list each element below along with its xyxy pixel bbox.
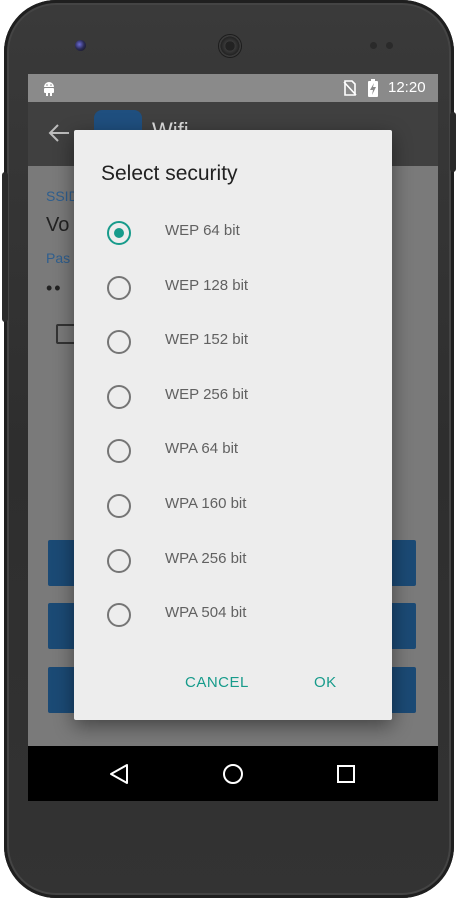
proximity-sensor <box>370 42 377 49</box>
nav-back-icon[interactable] <box>109 763 129 785</box>
security-option-label: WPA 256 bit <box>165 549 247 567</box>
security-dialog: Select security WEP 64 bit WEP 128 bit WEP… <box>74 130 392 720</box>
security-option[interactable]: WEP 152 bit <box>74 315 392 369</box>
security-option-label: WEP 152 bit <box>165 331 249 349</box>
power-button <box>450 112 456 172</box>
security-option-label: WPA 504 bit <box>165 604 247 622</box>
navigation-bar <box>28 746 438 801</box>
radio-dot <box>114 228 124 238</box>
security-option[interactable]: WEP 256 bit <box>74 370 392 424</box>
security-option-label: WEP 128 bit <box>165 276 249 294</box>
volume-button <box>2 172 8 322</box>
no-sim-icon <box>343 80 357 96</box>
radio-unchecked-icon[interactable] <box>107 275 131 300</box>
radio-checked-icon[interactable] <box>107 221 131 245</box>
radio-unchecked-icon[interactable] <box>107 330 131 355</box>
radio-unchecked-icon[interactable] <box>107 494 131 518</box>
nav-recents-icon[interactable] <box>336 764 356 784</box>
security-option-label: WPA 160 bit <box>165 495 247 512</box>
radio-unchecked-icon[interactable] <box>107 439 131 464</box>
security-option[interactable]: WPA 160 bit <box>74 479 392 533</box>
security-option[interactable]: WPA 256 bit <box>74 534 392 588</box>
radio-unchecked-icon[interactable] <box>107 548 131 573</box>
password-label: Pas <box>46 250 71 266</box>
phone-frame: 12:20 Wifi SSID Vo Pas •• <box>2 0 456 898</box>
security-option-label: WEP 64 bit <box>165 222 240 239</box>
nav-home-icon[interactable] <box>222 763 244 785</box>
ssid-field[interactable]: Vo <box>46 214 69 237</box>
radio-unchecked-icon[interactable] <box>107 384 131 409</box>
status-bar: 12:20 <box>28 74 438 102</box>
security-option-label: WEP 256 bit <box>165 385 249 403</box>
security-option-label: WPA 64 bit <box>165 440 239 458</box>
password-field[interactable]: •• <box>46 278 63 299</box>
show-password-checkbox[interactable] <box>56 324 76 344</box>
security-option[interactable]: WPA 504 bit <box>74 588 392 642</box>
dialog-title: Select security <box>101 162 238 185</box>
earpiece-speaker <box>219 35 241 57</box>
security-option[interactable]: WEP 128 bit <box>74 261 392 315</box>
security-option[interactable]: WPA 64 bit <box>74 424 392 478</box>
back-arrow-icon[interactable] <box>48 124 70 142</box>
light-sensor <box>386 42 393 49</box>
security-option[interactable]: WEP 64 bit <box>74 206 392 260</box>
screen: 12:20 Wifi SSID Vo Pas •• <box>28 74 438 801</box>
android-icon <box>44 82 54 96</box>
status-time: 12:20 <box>388 79 426 96</box>
ok-button[interactable]: OK <box>314 674 337 691</box>
front-camera <box>75 40 86 51</box>
battery-charging-icon <box>368 79 378 97</box>
radio-unchecked-icon[interactable] <box>107 603 131 628</box>
cancel-button[interactable]: CANCEL <box>185 674 249 691</box>
